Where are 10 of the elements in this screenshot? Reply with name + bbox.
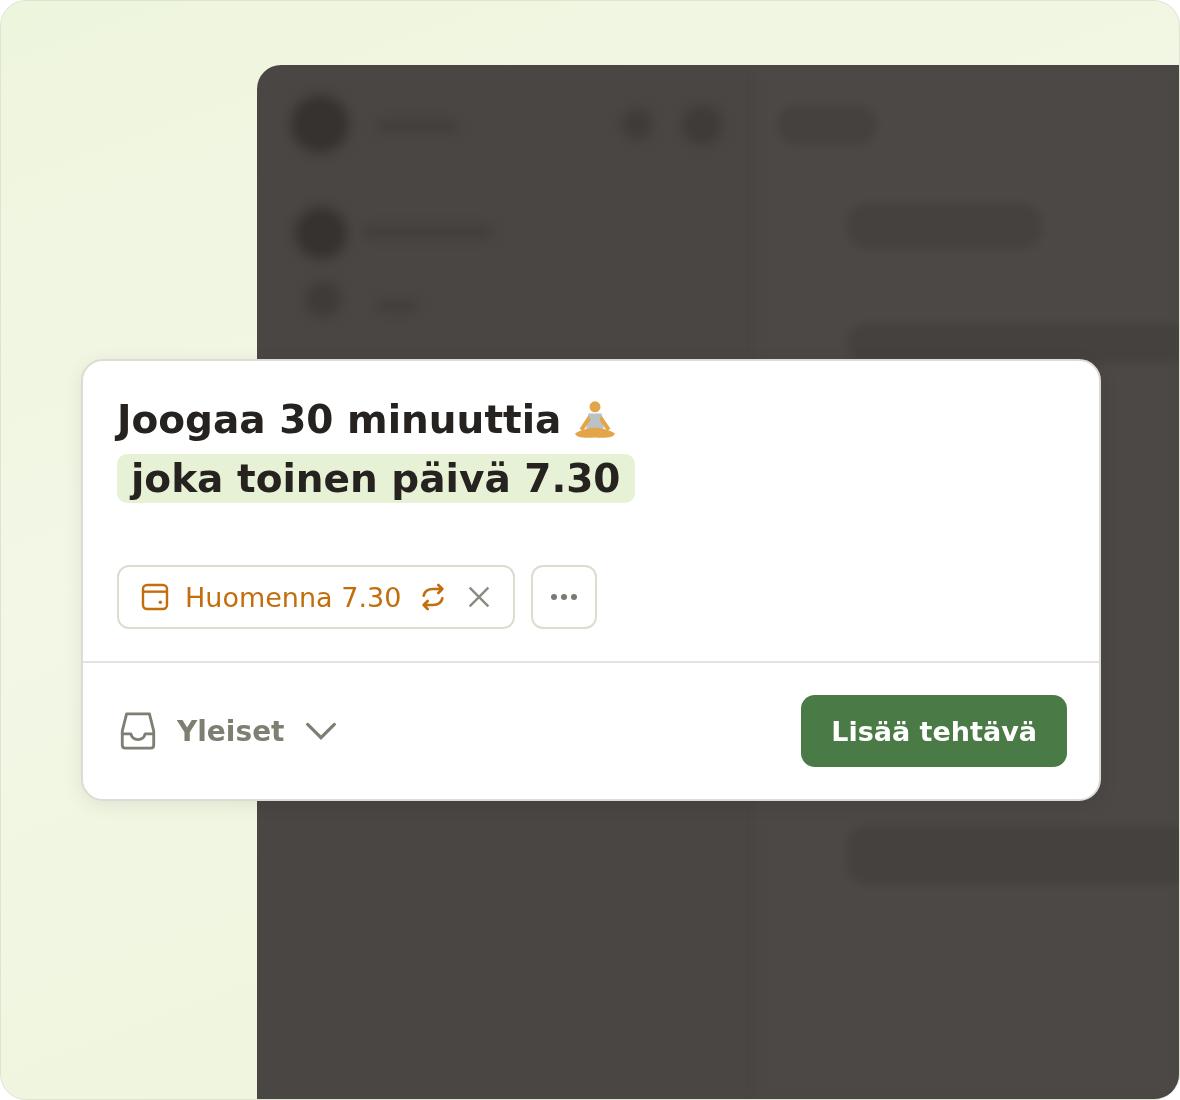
highlighted-recurrence-text: joka toinen päivä 7.30: [117, 454, 635, 503]
more-button[interactable]: [531, 565, 598, 629]
meditating-figure-icon: [573, 399, 618, 440]
add-task-button[interactable]: Lisää tehtävä: [801, 695, 1067, 767]
chevron-down-icon: [304, 721, 337, 741]
calendar-icon: [139, 581, 171, 613]
project-dropdown[interactable]: Yleiset: [119, 711, 337, 751]
inbox-icon: [119, 711, 157, 751]
due-date-chip[interactable]: Huomenna 7.30: [117, 565, 516, 629]
due-date-label: Huomenna 7.30: [185, 581, 402, 613]
